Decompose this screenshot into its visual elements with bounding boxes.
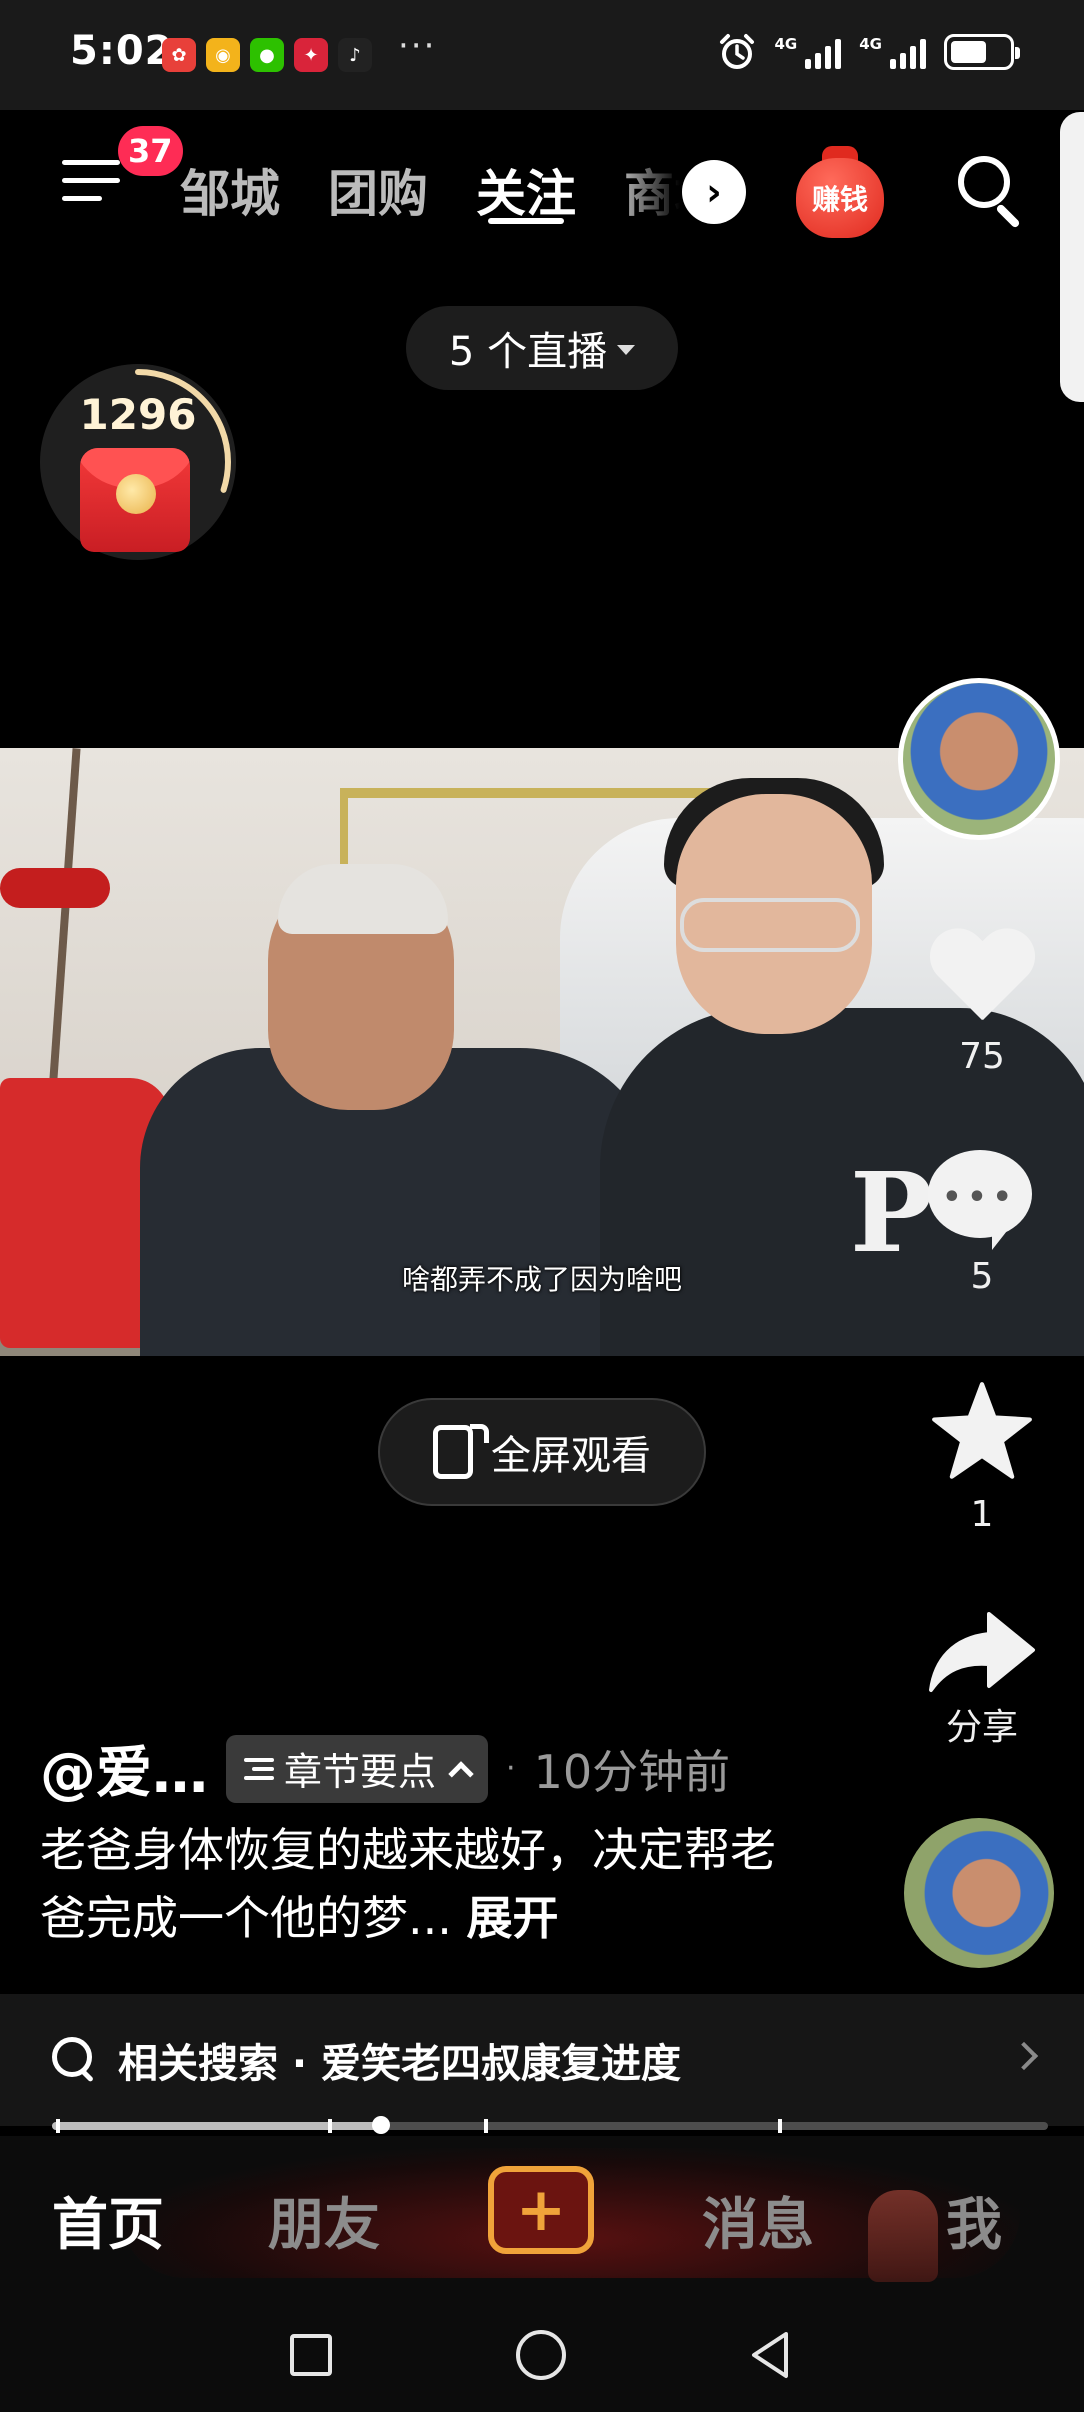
share-arrow-icon (929, 1612, 1035, 1692)
weibo-icon: ◉ (206, 38, 240, 72)
share-label: 分享 (945, 1707, 1018, 1748)
playback-progress-bar[interactable] (52, 2116, 1048, 2134)
recents-button[interactable] (290, 2334, 332, 2376)
post-time: 10分钟前 (533, 1744, 731, 1799)
comment-count: 5 (970, 1256, 994, 1297)
tab-following[interactable]: 关注 (476, 154, 576, 224)
chapter-points-label: 章节要点 (284, 1750, 437, 1794)
star-icon (932, 1382, 1032, 1479)
nav-me[interactable]: 我 (946, 2180, 1002, 2261)
pinduoduo-icon: ✦ (294, 38, 328, 72)
live-streams-label: 5 个直播 (448, 329, 608, 375)
fullscreen-button[interactable]: 全屏观看 (378, 1398, 706, 1506)
menu-button[interactable] (58, 150, 124, 210)
author-avatar[interactable] (898, 678, 1060, 840)
chevron-up-icon (448, 1760, 474, 1787)
chevron-right-icon (1009, 2041, 1039, 2071)
bottom-nav: 首页 朋友 + 消息 我 (0, 2136, 1084, 2296)
post-caption[interactable]: 老爸身体恢复的越来越好，决定帮老爸完成一个他的梦... 展开 (40, 1816, 780, 1952)
chapter-marker (484, 2119, 488, 2133)
tab-city[interactable]: 邹城 (180, 154, 280, 224)
live-streams-dropdown[interactable]: 5 个直播 (406, 306, 678, 390)
status-time: 5:02 (70, 28, 174, 74)
notification-badge: 37 (118, 126, 183, 176)
music-disc[interactable] (904, 1818, 1054, 1968)
favorite-button[interactable]: 1 (902, 1380, 1062, 1535)
side-panel-handle[interactable] (1060, 112, 1084, 402)
comment-button[interactable]: ••• 5 (902, 1150, 1062, 1297)
red-envelope-icon (80, 448, 190, 552)
chapter-marker (56, 2119, 60, 2133)
tab-group-buy[interactable]: 团购 (328, 154, 428, 224)
heart-icon (927, 930, 1037, 1030)
post-meta: @爱… 章节要点 · 10分钟前 (40, 1728, 730, 1809)
list-icon (244, 1757, 274, 1780)
nav-home[interactable]: 首页 (52, 2180, 164, 2261)
nav-messages[interactable]: 消息 (702, 2180, 814, 2261)
like-button[interactable]: 75 (902, 930, 1062, 1077)
related-search-text: 相关搜索 · 爱笑老四叔康复进度 (118, 2041, 682, 2087)
nav-friends[interactable]: 朋友 (268, 2180, 380, 2261)
caret-down-icon (617, 345, 636, 355)
reward-count: 1296 (79, 390, 197, 439)
expand-link[interactable]: 展开 (467, 1891, 559, 1945)
alarm-icon (719, 34, 754, 69)
create-post-button[interactable]: + (488, 2166, 594, 2254)
fullscreen-label: 全屏观看 (491, 1433, 651, 1479)
more-notifications: ··· (398, 26, 437, 66)
battery-icon (944, 34, 1020, 70)
huawei-app-icon: ✿ (162, 38, 196, 72)
signal-icon-2: 4G (859, 35, 926, 69)
screen: 5:02 ✿ ◉ ● ✦ ♪ ··· 4G 4G 37 邹城 团购 关注 › 赚… (0, 0, 1084, 2412)
caption-text: 老爸身体恢复的越来越好，决定帮老爸完成一个他的梦... (40, 1823, 776, 1945)
douyin-icon: ♪ (338, 38, 372, 72)
progress-knob[interactable] (371, 2116, 390, 2134)
earn-money-bag-icon[interactable]: 赚钱 (792, 144, 888, 240)
search-icon[interactable] (952, 150, 1032, 230)
related-search-bar[interactable]: 相关搜索 · 爱笑老四叔康复进度 (0, 1994, 1084, 2126)
like-count: 75 (959, 1036, 1005, 1077)
chapter-marker (328, 2119, 332, 2133)
favorite-count: 1 (970, 1494, 994, 1535)
signal-icon-1: 4G (775, 35, 842, 69)
rotate-screen-icon (433, 1424, 489, 1479)
wechat-icon: ● (250, 38, 284, 72)
red-packet-reward[interactable]: 1296 (40, 364, 236, 560)
system-nav-bar (0, 2296, 1084, 2412)
time-separator: · (506, 1751, 516, 1786)
more-tabs-button[interactable]: › (682, 160, 746, 224)
chapter-points-button[interactable]: 章节要点 (226, 1734, 489, 1803)
comment-icon: ••• (928, 1150, 1036, 1250)
search-icon (52, 2037, 98, 2083)
home-button[interactable] (516, 2330, 566, 2380)
notification-icons: ✿ ◉ ● ✦ ♪ (162, 38, 372, 72)
status-bar: 5:02 ✿ ◉ ● ✦ ♪ ··· 4G 4G (0, 0, 1084, 110)
top-nav: 37 邹城 团购 关注 商城 › 赚钱 (0, 110, 1084, 260)
mascot-decoration (868, 2190, 938, 2282)
share-button[interactable]: 分享 (902, 1610, 1062, 1750)
chapter-marker (778, 2119, 782, 2133)
status-indicators: 4G 4G (717, 32, 1020, 72)
back-button[interactable] (746, 2330, 796, 2380)
author-name[interactable]: @爱… (40, 1728, 208, 1809)
